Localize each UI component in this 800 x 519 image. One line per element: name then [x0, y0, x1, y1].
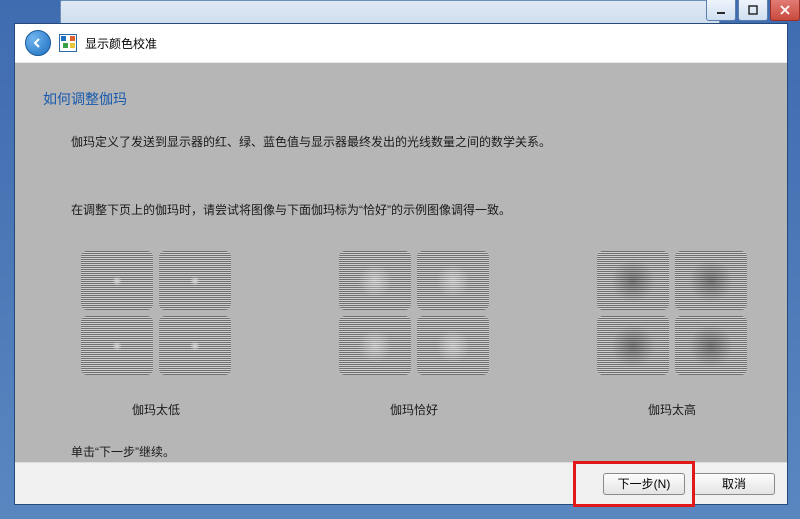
minimize-icon: [716, 5, 726, 15]
gamma-examples-row: 伽玛太低 伽玛恰好: [71, 243, 757, 418]
back-button[interactable]: [25, 30, 51, 56]
back-arrow-icon: [32, 37, 44, 49]
gamma-example-good: 伽玛恰好: [329, 243, 499, 418]
wizard-footer: 下一步(N) 取消: [15, 462, 787, 504]
paragraph-3: 单击“下一步”继续。: [71, 443, 757, 460]
app-icon: [59, 34, 77, 52]
app-title: 显示颜色校准: [85, 35, 157, 52]
paragraph-1: 伽玛定义了发送到显示器的红、绿、蓝色值与显示器最终发出的光线数量之间的数学关系。: [71, 133, 757, 150]
close-icon: [780, 5, 790, 15]
gamma-example-high: 伽玛太高: [587, 243, 757, 418]
minimize-button[interactable]: [706, 0, 736, 21]
wizard-content: 如何调整伽玛 伽玛定义了发送到显示器的红、绿、蓝色值与显示器最终发出的光线数量之…: [15, 63, 787, 462]
window-header: 显示颜色校准: [15, 24, 787, 63]
close-button[interactable]: [770, 0, 800, 21]
maximize-button[interactable]: [738, 0, 768, 21]
gamma-caption-high: 伽玛太高: [648, 401, 696, 418]
gamma-sample-low: [71, 243, 241, 383]
page-heading: 如何调整伽玛: [43, 89, 127, 109]
window-titlebar-buttons: [704, 0, 800, 20]
gamma-sample-high: [587, 243, 757, 383]
gamma-sample-good: [329, 243, 499, 383]
wizard-window: 显示颜色校准 如何调整伽玛 伽玛定义了发送到显示器的红、绿、蓝色值与显示器最终发…: [14, 23, 788, 505]
next-button[interactable]: 下一步(N): [603, 473, 685, 495]
paragraph-2: 在调整下页上的伽玛时，请尝试将图像与下面伽玛标为“恰好”的示例图像调得一致。: [71, 201, 757, 218]
gamma-example-low: 伽玛太低: [71, 243, 241, 418]
maximize-icon: [748, 5, 758, 15]
gamma-caption-good: 伽玛恰好: [390, 401, 438, 418]
cancel-button[interactable]: 取消: [693, 473, 775, 495]
gamma-caption-low: 伽玛太低: [132, 401, 180, 418]
